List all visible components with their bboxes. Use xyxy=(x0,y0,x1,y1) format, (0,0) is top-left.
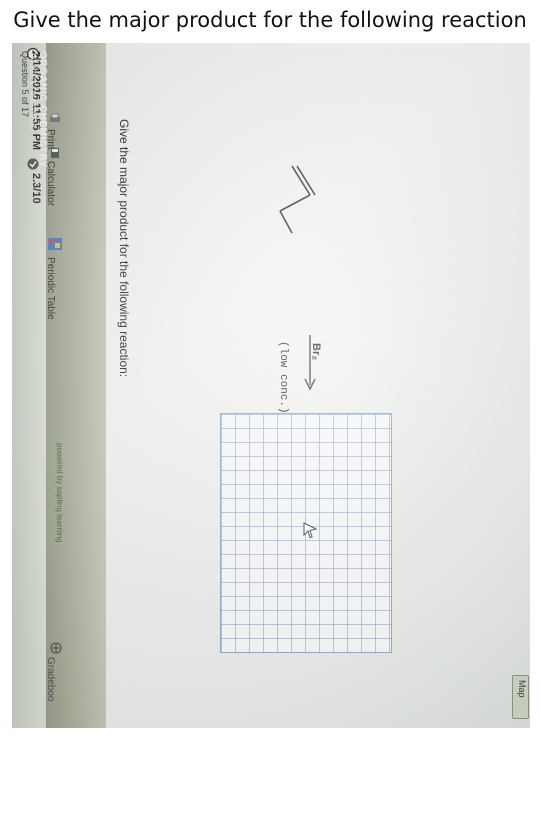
alkene-structure xyxy=(279,165,316,234)
print-icon xyxy=(50,113,60,122)
course-author: JANICE L. MAXWELL xyxy=(28,51,37,130)
powered-by: powered by sapling learning xyxy=(55,443,64,543)
question-prompt: Give the major product for the following… xyxy=(117,119,131,378)
map-button[interactable]: Map xyxy=(512,675,529,719)
page-caption: Give the major product for the following… xyxy=(13,8,527,32)
course-title: ORGANIC CHEMISTRY xyxy=(37,51,48,169)
gradebook-icon xyxy=(50,642,62,654)
periodic-table-link[interactable]: Periodic Table xyxy=(45,257,56,320)
reaction-arrow-icon xyxy=(304,335,316,391)
map-button-label: Map xyxy=(517,680,527,698)
calculator-icon xyxy=(51,148,59,158)
screenshot-photo: 2/14/2016 11:55 PM 2.3/10 Question 5 of … xyxy=(12,43,530,728)
toolbar-score: 2.3/10 xyxy=(30,173,42,204)
periodic-table-icon xyxy=(48,238,62,250)
gradebook-link[interactable]: Gradeboo xyxy=(45,657,56,701)
cursor-icon xyxy=(303,522,318,539)
reaction-condition: (low conc.) xyxy=(277,341,289,414)
